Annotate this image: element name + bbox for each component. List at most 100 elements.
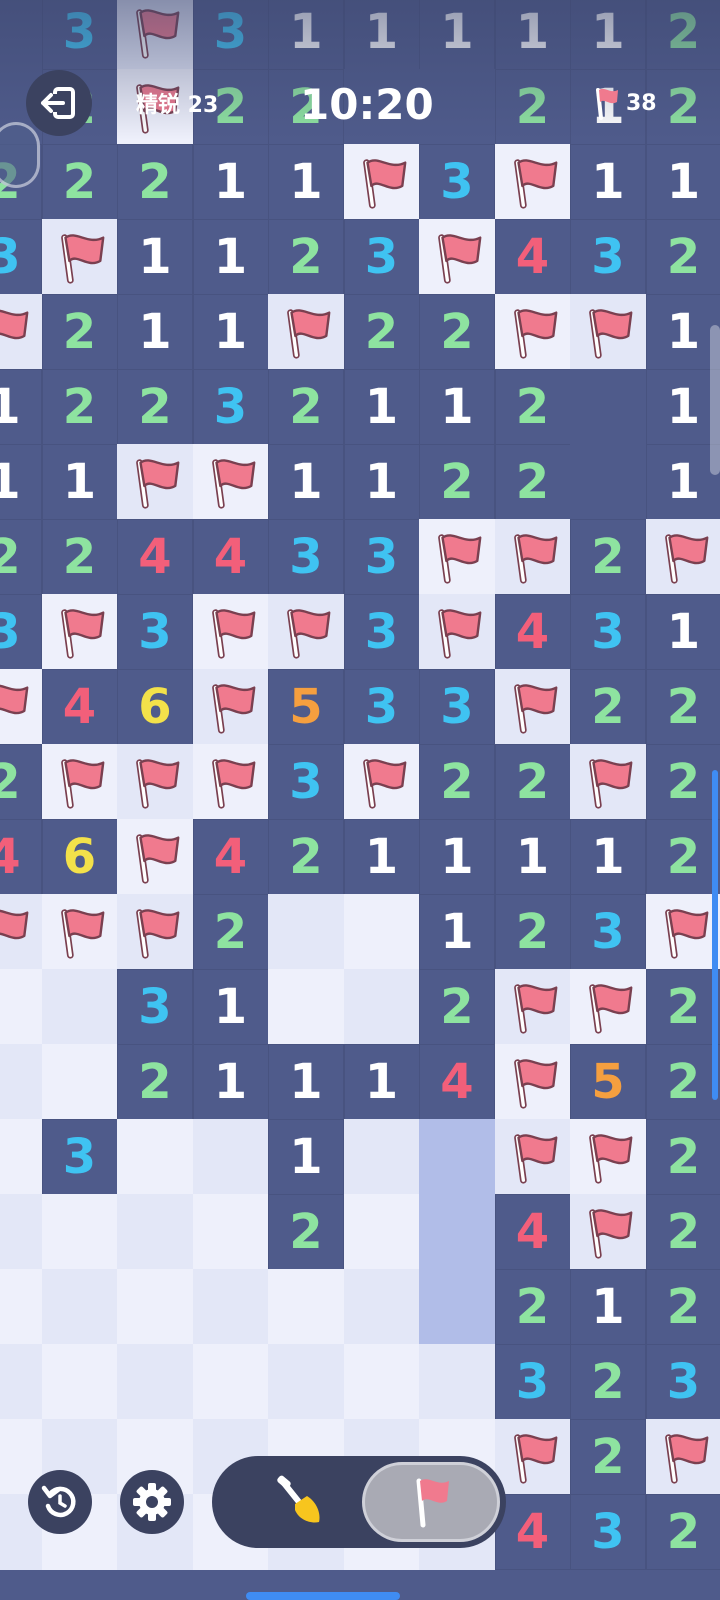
settings-button[interactable] xyxy=(120,1470,184,1534)
number-cell[interactable]: 3 xyxy=(570,894,646,970)
exit-button[interactable] xyxy=(26,70,92,136)
flag-cell[interactable] xyxy=(494,294,571,370)
flag-cell[interactable] xyxy=(117,894,193,970)
number-cell[interactable]: 1 xyxy=(268,1044,344,1120)
flag-cell[interactable] xyxy=(494,969,571,1045)
number-cell[interactable]: 2 xyxy=(419,969,495,1045)
hidden-cell[interactable] xyxy=(268,1269,344,1345)
number-cell[interactable]: 1 xyxy=(645,144,720,220)
number-cell[interactable]: 3 xyxy=(570,594,646,670)
side-chat-button[interactable] xyxy=(0,122,40,188)
flag-cell[interactable] xyxy=(645,1419,720,1495)
number-cell[interactable]: 2 xyxy=(117,144,193,220)
flag-cell[interactable] xyxy=(570,969,646,1045)
hidden-cell[interactable] xyxy=(0,1269,42,1345)
number-cell[interactable]: 2 xyxy=(645,744,720,820)
flag-cell[interactable] xyxy=(494,519,571,595)
hidden-cell[interactable] xyxy=(41,969,118,1045)
number-cell[interactable]: 1 xyxy=(41,444,118,520)
number-cell[interactable]: 2 xyxy=(645,219,720,295)
number-cell[interactable]: 1 xyxy=(117,294,193,370)
number-cell[interactable]: 2 xyxy=(268,369,344,445)
flag-cell[interactable] xyxy=(645,894,720,970)
number-cell[interactable]: 2 xyxy=(645,1494,720,1570)
flag-cell[interactable] xyxy=(192,744,269,820)
flag-cell[interactable] xyxy=(0,669,42,745)
number-cell[interactable]: 3 xyxy=(41,1119,118,1195)
dig-mode-button[interactable] xyxy=(246,1466,356,1538)
number-cell[interactable]: 2 xyxy=(645,969,720,1045)
number-cell[interactable]: 1 xyxy=(645,594,720,670)
flag-cell[interactable] xyxy=(419,594,495,670)
flag-cell[interactable] xyxy=(494,1119,571,1195)
number-cell[interactable]: 1 xyxy=(570,819,646,895)
hidden-cell[interactable] xyxy=(41,1194,118,1270)
number-cell[interactable]: 2 xyxy=(268,219,344,295)
number-cell[interactable]: 1 xyxy=(117,219,193,295)
number-cell[interactable]: 1 xyxy=(570,1269,646,1345)
number-cell[interactable]: 2 xyxy=(570,1419,646,1495)
number-cell[interactable]: 3 xyxy=(268,519,344,595)
number-cell[interactable]: 3 xyxy=(192,369,269,445)
flag-cell[interactable] xyxy=(268,594,344,670)
number-cell[interactable]: 2 xyxy=(419,294,495,370)
flag-mode-button[interactable] xyxy=(362,1462,500,1542)
number-cell[interactable]: 2 xyxy=(570,1344,646,1420)
number-cell[interactable]: 3 xyxy=(570,219,646,295)
flag-cell[interactable] xyxy=(494,669,571,745)
number-cell[interactable]: 1 xyxy=(419,369,495,445)
number-cell[interactable]: 3 xyxy=(570,1494,646,1570)
number-cell[interactable]: 4 xyxy=(494,219,571,295)
number-cell[interactable]: 1 xyxy=(419,0,495,70)
hidden-cell[interactable] xyxy=(41,1044,118,1120)
number-cell[interactable]: 3 xyxy=(0,594,42,670)
number-cell[interactable]: 3 xyxy=(268,744,344,820)
number-cell[interactable]: 4 xyxy=(41,669,118,745)
flag-cell[interactable] xyxy=(268,294,344,370)
number-cell[interactable]: 2 xyxy=(645,669,720,745)
hidden-cell[interactable] xyxy=(419,1194,495,1270)
number-cell[interactable]: 1 xyxy=(343,444,420,520)
number-cell[interactable]: 1 xyxy=(419,894,495,970)
number-cell[interactable]: 2 xyxy=(645,1119,720,1195)
hidden-cell[interactable] xyxy=(117,1119,193,1195)
number-cell[interactable]: 1 xyxy=(343,369,420,445)
hidden-cell[interactable] xyxy=(0,1044,42,1120)
number-cell[interactable]: 2 xyxy=(494,1269,571,1345)
hidden-cell[interactable] xyxy=(419,1119,495,1195)
flag-cell[interactable] xyxy=(645,519,720,595)
hidden-cell[interactable] xyxy=(192,1344,269,1420)
number-cell[interactable]: 2 xyxy=(570,669,646,745)
number-cell[interactable]: 5 xyxy=(268,669,344,745)
number-cell[interactable]: 3 xyxy=(419,144,495,220)
number-cell[interactable]: 6 xyxy=(117,669,193,745)
number-cell[interactable]: 1 xyxy=(494,819,571,895)
flag-cell[interactable] xyxy=(117,0,193,70)
number-cell[interactable]: 3 xyxy=(645,1344,720,1420)
number-cell[interactable]: 2 xyxy=(41,519,118,595)
scroll-thumb[interactable] xyxy=(712,770,718,1100)
number-cell[interactable]: 1 xyxy=(192,969,269,1045)
hidden-cell[interactable] xyxy=(192,1269,269,1345)
number-cell[interactable]: 3 xyxy=(343,219,420,295)
hidden-cell[interactable] xyxy=(268,969,344,1045)
number-cell[interactable]: 2 xyxy=(494,69,571,145)
flag-cell[interactable] xyxy=(494,1419,571,1495)
hidden-cell[interactable] xyxy=(343,969,420,1045)
number-cell[interactable]: 1 xyxy=(268,1119,344,1195)
number-cell[interactable]: 2 xyxy=(41,294,118,370)
number-cell[interactable]: 1 xyxy=(645,294,720,370)
number-cell[interactable]: 3 xyxy=(343,519,420,595)
flag-cell[interactable] xyxy=(570,1119,646,1195)
flag-cell[interactable] xyxy=(570,1194,646,1270)
number-cell[interactable]: 2 xyxy=(494,744,571,820)
number-cell[interactable]: 2 xyxy=(645,819,720,895)
number-cell[interactable]: 2 xyxy=(0,519,42,595)
hidden-cell[interactable] xyxy=(192,1194,269,1270)
number-cell[interactable]: 3 xyxy=(343,669,420,745)
flag-cell[interactable] xyxy=(343,144,420,220)
number-cell[interactable]: 1 xyxy=(645,444,720,520)
number-cell[interactable]: 6 xyxy=(41,819,118,895)
hidden-cell[interactable] xyxy=(117,1194,193,1270)
flag-cell[interactable] xyxy=(570,294,646,370)
